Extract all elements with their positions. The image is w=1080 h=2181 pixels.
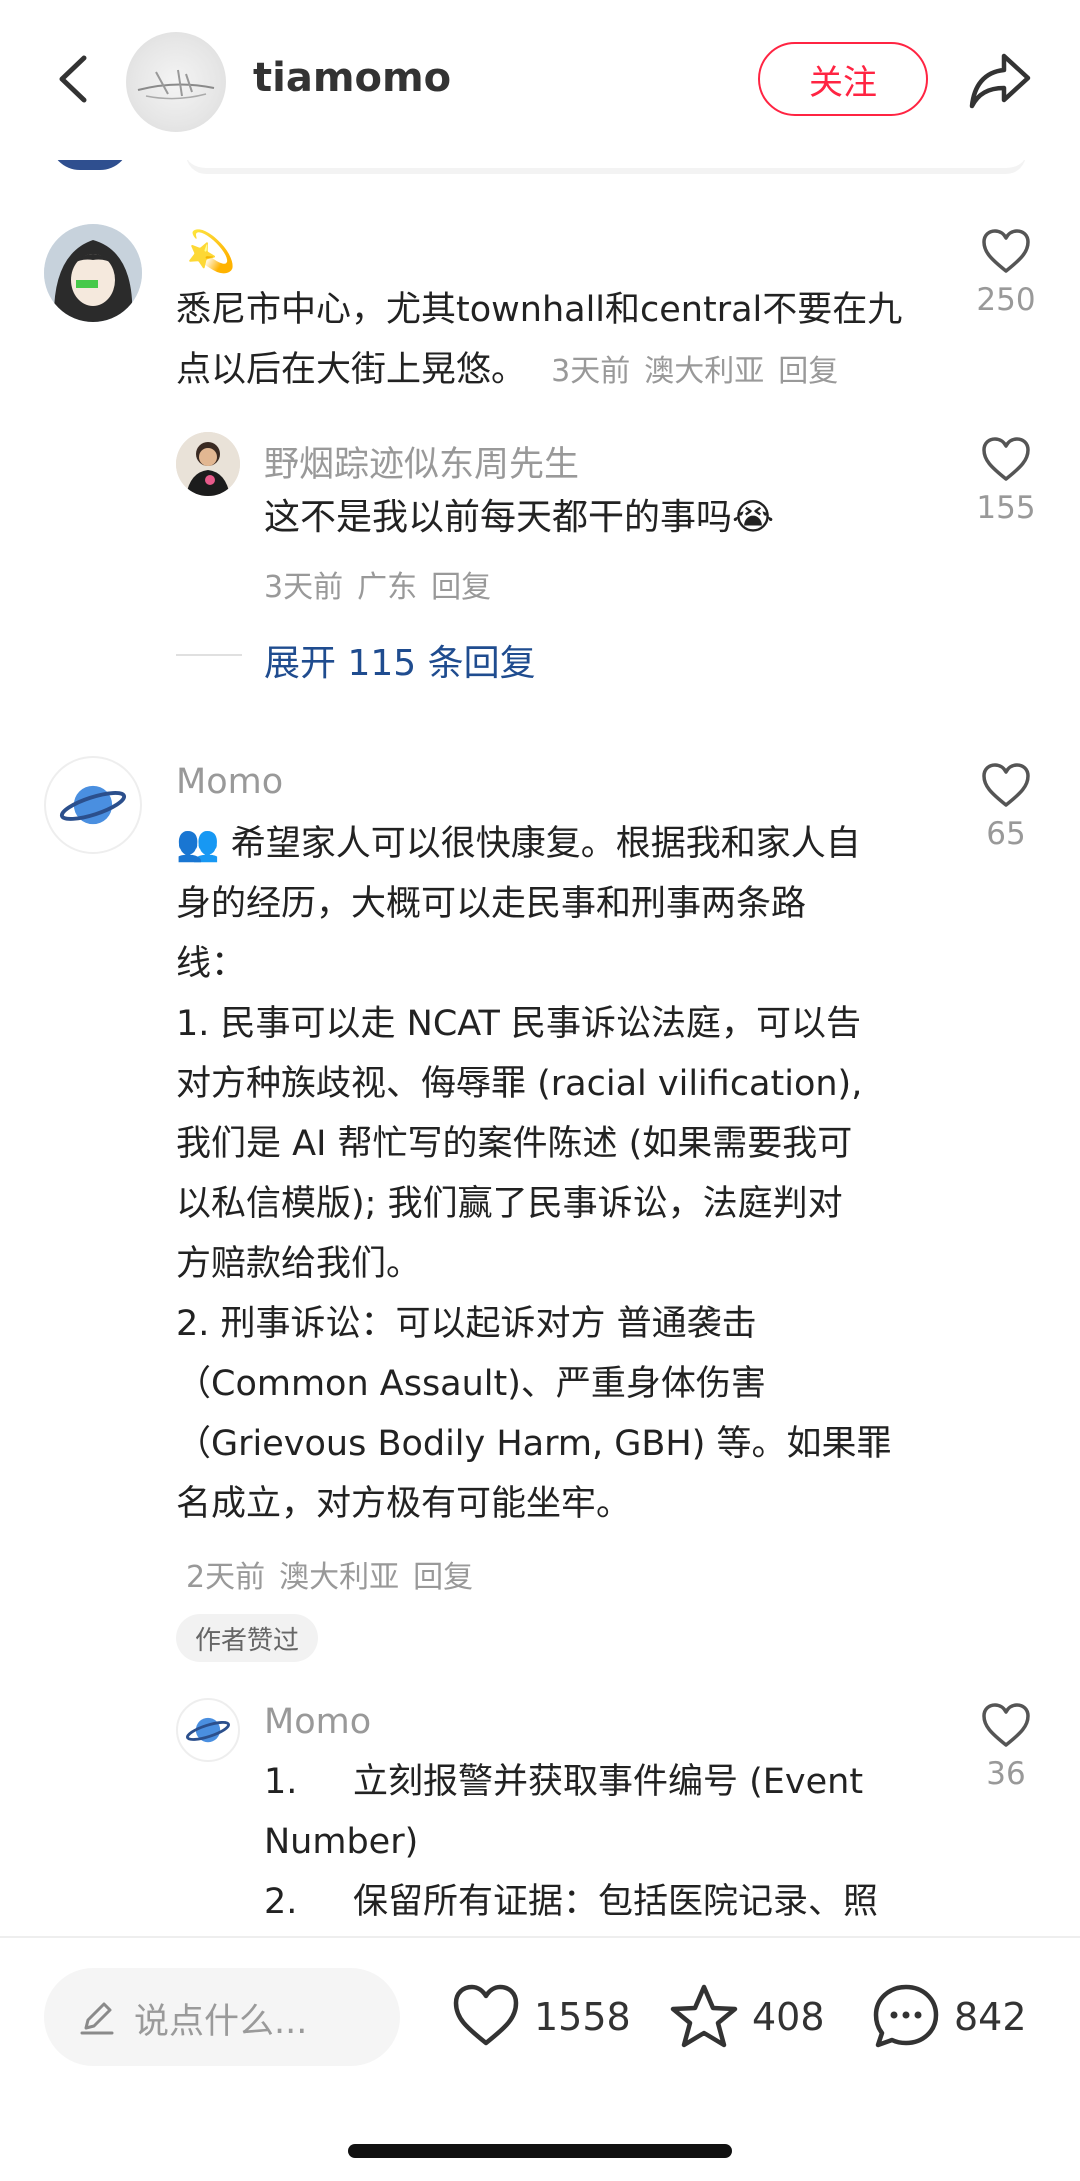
reply-reply-button[interactable]: 回复 <box>431 570 491 605</box>
back-icon[interactable] <box>50 54 100 104</box>
comment-body: 👥 希望家人可以很快康复。根据我和家人自 身的经历，大概可以走民事和刑事两条路 … <box>176 814 946 1534</box>
commenter-avatar[interactable] <box>44 756 142 854</box>
comment-time: 2天前 <box>186 1560 266 1595</box>
author-name[interactable]: tiamomo <box>253 55 451 101</box>
like-count: 1558 <box>534 1995 631 2039</box>
comment-text: 悉尼市中心，尤其townhall和central不要在九点以后在大街上晃悠。 3… <box>176 290 903 390</box>
comment-line: 以私信模版); 我们赢了民事诉讼，法庭判对 <box>176 1184 843 1224</box>
reply-button[interactable]: 回复 <box>413 1560 473 1595</box>
comment-line: 1. 民事可以走 NCAT 民事诉讼法庭，可以告 <box>176 1004 861 1044</box>
heart-icon <box>453 1984 519 2046</box>
heart-icon <box>982 763 1030 807</box>
comment-like-button[interactable]: 250 <box>966 228 1046 318</box>
top-bar: tiamomo 关注 <box>0 0 1080 160</box>
comment-meta: 2天前 澳大利亚 回复 <box>186 1552 473 1596</box>
comment-bubble-icon <box>873 1984 939 2048</box>
comment-line: 2. 刑事诉讼：可以起诉对方 普通袭击 <box>176 1304 757 1344</box>
reply-time: 3天前 <box>264 570 344 605</box>
reply-like-button[interactable]: 155 <box>966 436 1046 526</box>
comment-emoji: 💫 <box>186 229 236 275</box>
star-icon <box>670 1984 738 2048</box>
comment-location: 澳大利亚 <box>279 1560 400 1595</box>
comment-line: （Common Assault)、严重身体伤害 <box>176 1364 766 1404</box>
favorite-count: 408 <box>752 1995 825 2039</box>
home-indicator <box>348 2144 732 2158</box>
reply-body: 1. 立刻报警并获取事件编号 (Event Number) 2. 保留所有证据：… <box>264 1752 954 1932</box>
comments-button[interactable]: 842 <box>870 1972 1027 2062</box>
heart-icon <box>982 437 1030 481</box>
reply-text: 这不是我以前每天都干的事吗😭 <box>264 497 775 538</box>
like-post-button[interactable]: 1558 <box>450 1972 631 2062</box>
comment-time: 3天前 <box>551 354 631 389</box>
reply-line: 2. 保留所有证据：包括医院记录、照 <box>264 1882 879 1922</box>
reply-line: 1. 立刻报警并获取事件编号 (Event <box>264 1762 864 1802</box>
follow-button[interactable]: 关注 <box>758 42 928 116</box>
reply-location: 广东 <box>357 570 418 605</box>
planet-icon <box>59 785 127 825</box>
reply-avatar[interactable] <box>176 1698 240 1762</box>
like-count: 36 <box>986 1756 1026 1792</box>
person-photo-avatar-image <box>176 432 240 496</box>
commenter-name[interactable]: Momo <box>176 762 283 802</box>
reply-author-name[interactable]: Momo <box>264 1702 371 1742</box>
like-count: 250 <box>976 282 1036 318</box>
like-count: 65 <box>986 816 1026 852</box>
commenter-avatar[interactable] <box>44 224 142 322</box>
heart-icon <box>982 229 1030 273</box>
comment-meta: 3天前 澳大利亚 回复 <box>551 354 838 389</box>
comment-line: 线： <box>176 944 247 984</box>
comment-line: （Grievous Bodily Harm, GBH) 等。如果罪 <box>176 1424 892 1464</box>
comment-line: 我们是 AI 帮忙写的案件陈述 (如果需要我可 <box>176 1124 853 1164</box>
pencil-icon <box>80 2002 114 2035</box>
author-liked-badge: 作者赞过 <box>176 1614 318 1662</box>
comment-line: 方赔款给我们。 <box>176 1244 422 1284</box>
comment-placeholder: 说点什么... <box>134 2002 308 2042</box>
expand-divider <box>176 654 242 656</box>
reply-author-name[interactable]: 野烟踪迹似东周先生 <box>264 436 579 487</box>
comment-count: 842 <box>954 1995 1027 2039</box>
comment-location: 澳大利亚 <box>644 354 765 389</box>
comment-like-button[interactable]: 65 <box>966 762 1046 852</box>
reply-meta: 3天前 广东 回复 <box>264 562 491 606</box>
comment-line: 对方种族歧视、侮辱罪 (racial vilification), <box>176 1064 863 1104</box>
avatar-sketch-image <box>137 69 215 100</box>
comment-line: 身的经历，大概可以走民事和刑事两条路 <box>176 884 807 924</box>
expand-replies-link[interactable]: 展开 115 条回复 <box>264 634 536 686</box>
reply-avatar[interactable] <box>176 432 240 496</box>
comment-input[interactable]: 说点什么... <box>44 1968 400 2066</box>
planet-icon <box>186 1717 230 1743</box>
reply-line: Number) <box>264 1822 419 1862</box>
reply-like-button[interactable]: 36 <box>966 1702 1046 1792</box>
comment-line: 👥 希望家人可以很快康复。根据我和家人自 <box>176 824 861 864</box>
reply-button[interactable]: 回复 <box>778 354 838 389</box>
heart-icon <box>982 1703 1030 1747</box>
like-count: 155 <box>976 490 1036 526</box>
comment-line: 名成立，对方极有可能坐牢。 <box>176 1484 632 1524</box>
share-icon[interactable] <box>968 48 1032 112</box>
anime-girl-avatar-image <box>44 224 142 322</box>
favorite-button[interactable]: 408 <box>668 1972 825 2062</box>
author-avatar[interactable] <box>126 32 226 132</box>
